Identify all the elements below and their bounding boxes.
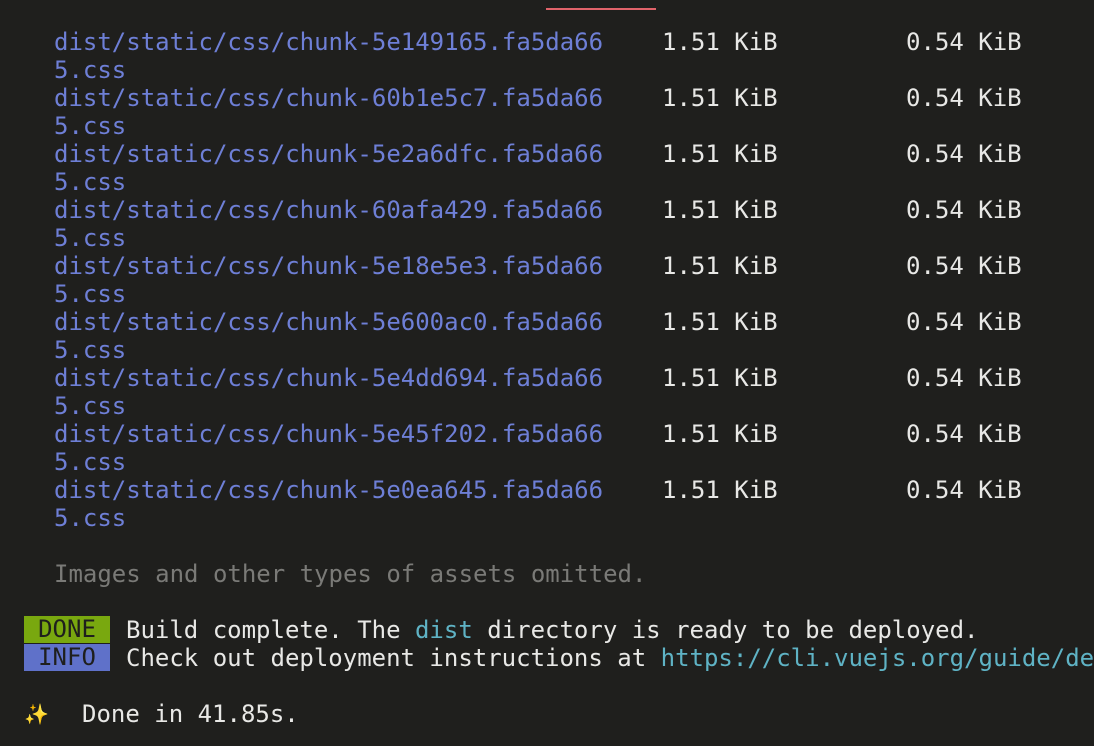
file-path: dist/static/css/chunk-5e2a6dfc.fa5da66: [54, 140, 604, 168]
dist-highlight: dist: [414, 616, 473, 644]
file-size: 1.51 KiB: [662, 140, 778, 168]
done-message-prefix: Build complete. The: [126, 616, 415, 644]
file-path-continued: 5.css: [54, 392, 127, 420]
file-size: 1.51 KiB: [662, 364, 778, 392]
omitted-assets-note: Images and other types of assets omitted…: [54, 560, 647, 588]
file-path-continued: 5.css: [54, 336, 127, 364]
done-message-suffix: directory is ready to be deployed.: [472, 616, 979, 644]
file-gzip-size: 0.54 KiB: [906, 196, 1022, 224]
file-path-continued: 5.css: [54, 224, 127, 252]
done-badge: DONE: [24, 616, 110, 643]
file-path-continued: 5.css: [54, 504, 127, 532]
file-path: dist/static/css/chunk-60afa429.fa5da66: [54, 196, 604, 224]
file-path: dist/static/css/chunk-5e149165.fa5da66: [54, 28, 604, 56]
file-gzip-size: 0.54 KiB: [906, 308, 1022, 336]
file-path-continued: 5.css: [54, 112, 127, 140]
file-path: dist/static/css/chunk-60b1e5c7.fa5da66: [54, 84, 604, 112]
file-gzip-size: 0.54 KiB: [906, 28, 1022, 56]
deployment-info-message: Check out deployment instructions at htt…: [126, 644, 1094, 672]
file-path: dist/static/css/chunk-5e45f202.fa5da66: [54, 420, 604, 448]
file-path: dist/static/css/chunk-5e600ac0.fa5da66: [54, 308, 604, 336]
file-path-continued: 5.css: [54, 280, 127, 308]
file-path: dist/static/css/chunk-5e4dd694.fa5da66: [54, 364, 604, 392]
build-complete-message: Build complete. The dist directory is re…: [126, 616, 979, 644]
file-path-continued: 5.css: [54, 448, 127, 476]
file-size: 1.51 KiB: [662, 476, 778, 504]
sparkle-icon: ✨: [24, 702, 49, 726]
file-size: 1.51 KiB: [662, 252, 778, 280]
file-size: 1.51 KiB: [662, 28, 778, 56]
active-tab-indicator: [546, 8, 656, 10]
done-time-message: Done in 41.85s.: [82, 700, 299, 728]
file-path-continued: 5.css: [54, 168, 127, 196]
file-size: 1.51 KiB: [662, 420, 778, 448]
file-gzip-size: 0.54 KiB: [906, 140, 1022, 168]
file-size: 1.51 KiB: [662, 308, 778, 336]
deployment-guide-link[interactable]: https://cli.vuejs.org/guide/de: [661, 644, 1094, 672]
file-gzip-size: 0.54 KiB: [906, 252, 1022, 280]
file-path-continued: 5.css: [54, 56, 127, 84]
file-size: 1.51 KiB: [662, 84, 778, 112]
info-message-prefix: Check out deployment instructions at: [126, 644, 661, 672]
file-gzip-size: 0.54 KiB: [906, 84, 1022, 112]
file-path: dist/static/css/chunk-5e0ea645.fa5da66: [54, 476, 604, 504]
info-badge: INFO: [24, 644, 110, 671]
file-gzip-size: 0.54 KiB: [906, 364, 1022, 392]
file-size: 1.51 KiB: [662, 196, 778, 224]
file-gzip-size: 0.54 KiB: [906, 420, 1022, 448]
file-gzip-size: 0.54 KiB: [906, 476, 1022, 504]
file-path: dist/static/css/chunk-5e18e5e3.fa5da66: [54, 252, 604, 280]
